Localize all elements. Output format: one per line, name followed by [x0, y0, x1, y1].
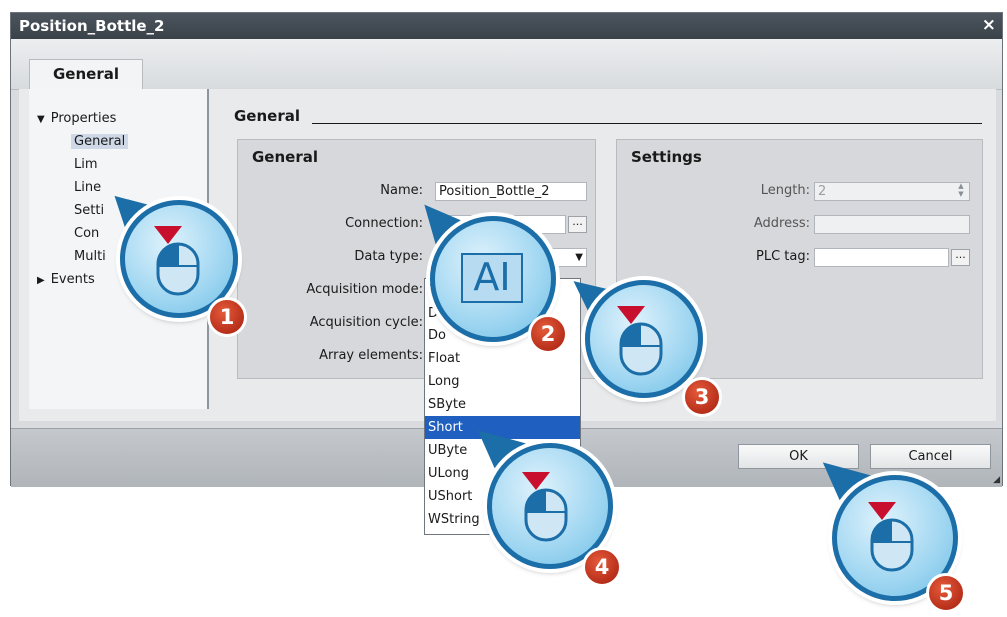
- connection-browse-button[interactable]: ...: [568, 216, 587, 233]
- step-badge-1: 1: [207, 297, 247, 337]
- plc-tag-input[interactable]: [814, 248, 949, 267]
- nav-properties-label: Properties: [50, 111, 117, 126]
- title-bar: Position_Bottle_2 ×: [11, 13, 1002, 39]
- cancel-button[interactable]: Cancel: [870, 444, 991, 469]
- close-icon[interactable]: ×: [982, 15, 996, 35]
- length-label: Length:: [760, 183, 810, 198]
- window-title: Position_Bottle_2: [19, 17, 165, 35]
- nav-item-settings[interactable]: Setti: [74, 203, 104, 218]
- settings-group-title: Settings: [631, 148, 702, 166]
- acquisition-mode-label: Acquisition mode:: [306, 282, 423, 297]
- nav-item-connection[interactable]: Con: [74, 226, 99, 241]
- name-input[interactable]: Position_Bottle_2: [435, 182, 587, 201]
- step-badge-4: 4: [582, 547, 622, 587]
- step-badge-3: 3: [682, 377, 722, 417]
- dropdown-option-long[interactable]: Long: [425, 370, 580, 393]
- nav-item-limits[interactable]: Lim: [74, 157, 98, 172]
- mouse-click-icon: [522, 472, 568, 542]
- nav-events-label: Events: [50, 272, 95, 287]
- tab-strip: General: [11, 39, 1002, 90]
- address-label: Address:: [753, 216, 810, 231]
- address-input: [814, 215, 970, 234]
- mouse-click-icon: [154, 226, 200, 296]
- nav-item-multiplexing[interactable]: Multi: [74, 249, 106, 264]
- resize-grip-icon[interactable]: ◢: [993, 475, 1000, 485]
- expanded-triangle-icon: ▼: [37, 114, 45, 125]
- step-badge-5: 5: [926, 573, 966, 613]
- heading-divider: [312, 123, 982, 124]
- acquisition-cycle-label: Acquisition cycle:: [309, 315, 423, 330]
- mouse-click-icon: [868, 502, 914, 572]
- mouse-click-icon: [617, 306, 663, 376]
- plc-tag-browse-button[interactable]: ...: [951, 249, 970, 266]
- tab-general[interactable]: General: [29, 59, 143, 90]
- section-heading: General: [234, 107, 300, 125]
- connection-label: Connection:: [345, 216, 423, 231]
- dropdown-arrow-icon[interactable]: ▼: [575, 249, 583, 266]
- step-badge-2: 2: [528, 314, 568, 354]
- length-input[interactable]: 2: [814, 182, 970, 201]
- name-label: Name:: [380, 183, 423, 198]
- nav-properties[interactable]: ▼ Properties: [37, 111, 116, 126]
- plc-tag-label: PLC tag:: [756, 249, 810, 264]
- data-type-label: Data type:: [354, 249, 423, 264]
- nav-events[interactable]: ▶ Events: [37, 272, 95, 287]
- text-input-icon: AI: [461, 253, 523, 303]
- nav-item-linear[interactable]: Line: [74, 180, 101, 195]
- general-group-title: General: [252, 148, 318, 166]
- nav-item-general[interactable]: General: [71, 134, 129, 149]
- array-elements-label: Array elements:: [319, 348, 423, 363]
- collapsed-triangle-icon: ▶: [37, 275, 45, 286]
- length-spinner-icon[interactable]: ▲ ▼: [955, 182, 967, 201]
